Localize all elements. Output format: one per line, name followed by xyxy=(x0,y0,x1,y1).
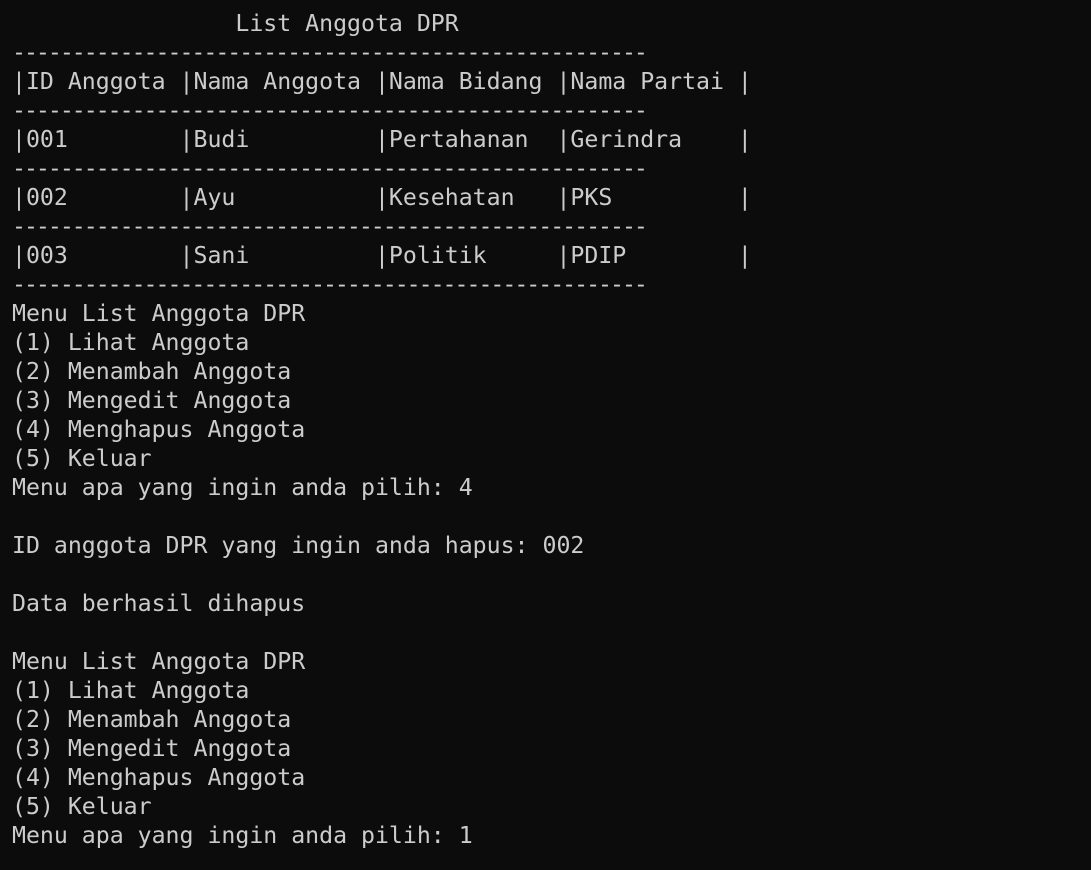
table-separator: ----------------------------------------… xyxy=(12,155,648,182)
table-row: |001 |Budi |Pertahanan |Gerindra | xyxy=(12,126,752,153)
table-row: |002 |Ayu |Kesehatan |PKS | xyxy=(12,184,752,211)
table-title: List Anggota DPR xyxy=(12,10,459,37)
table-header-row: |ID Anggota |Nama Anggota |Nama Bidang |… xyxy=(12,68,752,95)
table-row: |003 |Sani |Politik |PDIP | xyxy=(12,242,752,269)
menu-title: Menu List Anggota DPR xyxy=(12,300,306,327)
menu-title: Menu List Anggota DPR xyxy=(12,648,306,675)
menu-option-mengedit: (3) Mengedit Anggota xyxy=(12,735,292,762)
menu-prompt: Menu apa yang ingin anda pilih: 1 xyxy=(12,822,473,849)
menu-option-menambah: (2) Menambah Anggota xyxy=(12,706,292,733)
table-separator: ----------------------------------------… xyxy=(12,271,648,298)
table-separator: ----------------------------------------… xyxy=(12,213,648,240)
menu-option-menghapus: (4) Menghapus Anggota xyxy=(12,764,306,791)
menu-option-keluar: (5) Keluar xyxy=(12,793,152,820)
menu-prompt: Menu apa yang ingin anda pilih: 4 xyxy=(12,474,473,501)
delete-id-prompt: ID anggota DPR yang ingin anda hapus: 00… xyxy=(12,532,585,559)
menu-option-mengedit: (3) Mengedit Anggota xyxy=(12,387,292,414)
menu-option-lihat: (1) Lihat Anggota xyxy=(12,677,250,704)
terminal-output[interactable]: List Anggota DPR -----------------------… xyxy=(0,0,1091,870)
menu-option-menghapus: (4) Menghapus Anggota xyxy=(12,416,306,443)
menu-option-menambah: (2) Menambah Anggota xyxy=(12,358,292,385)
menu-option-lihat: (1) Lihat Anggota xyxy=(12,329,250,356)
delete-success-message: Data berhasil dihapus xyxy=(12,590,306,617)
table-separator: ----------------------------------------… xyxy=(12,39,648,66)
menu-option-keluar: (5) Keluar xyxy=(12,445,152,472)
table-separator: ----------------------------------------… xyxy=(12,97,648,124)
